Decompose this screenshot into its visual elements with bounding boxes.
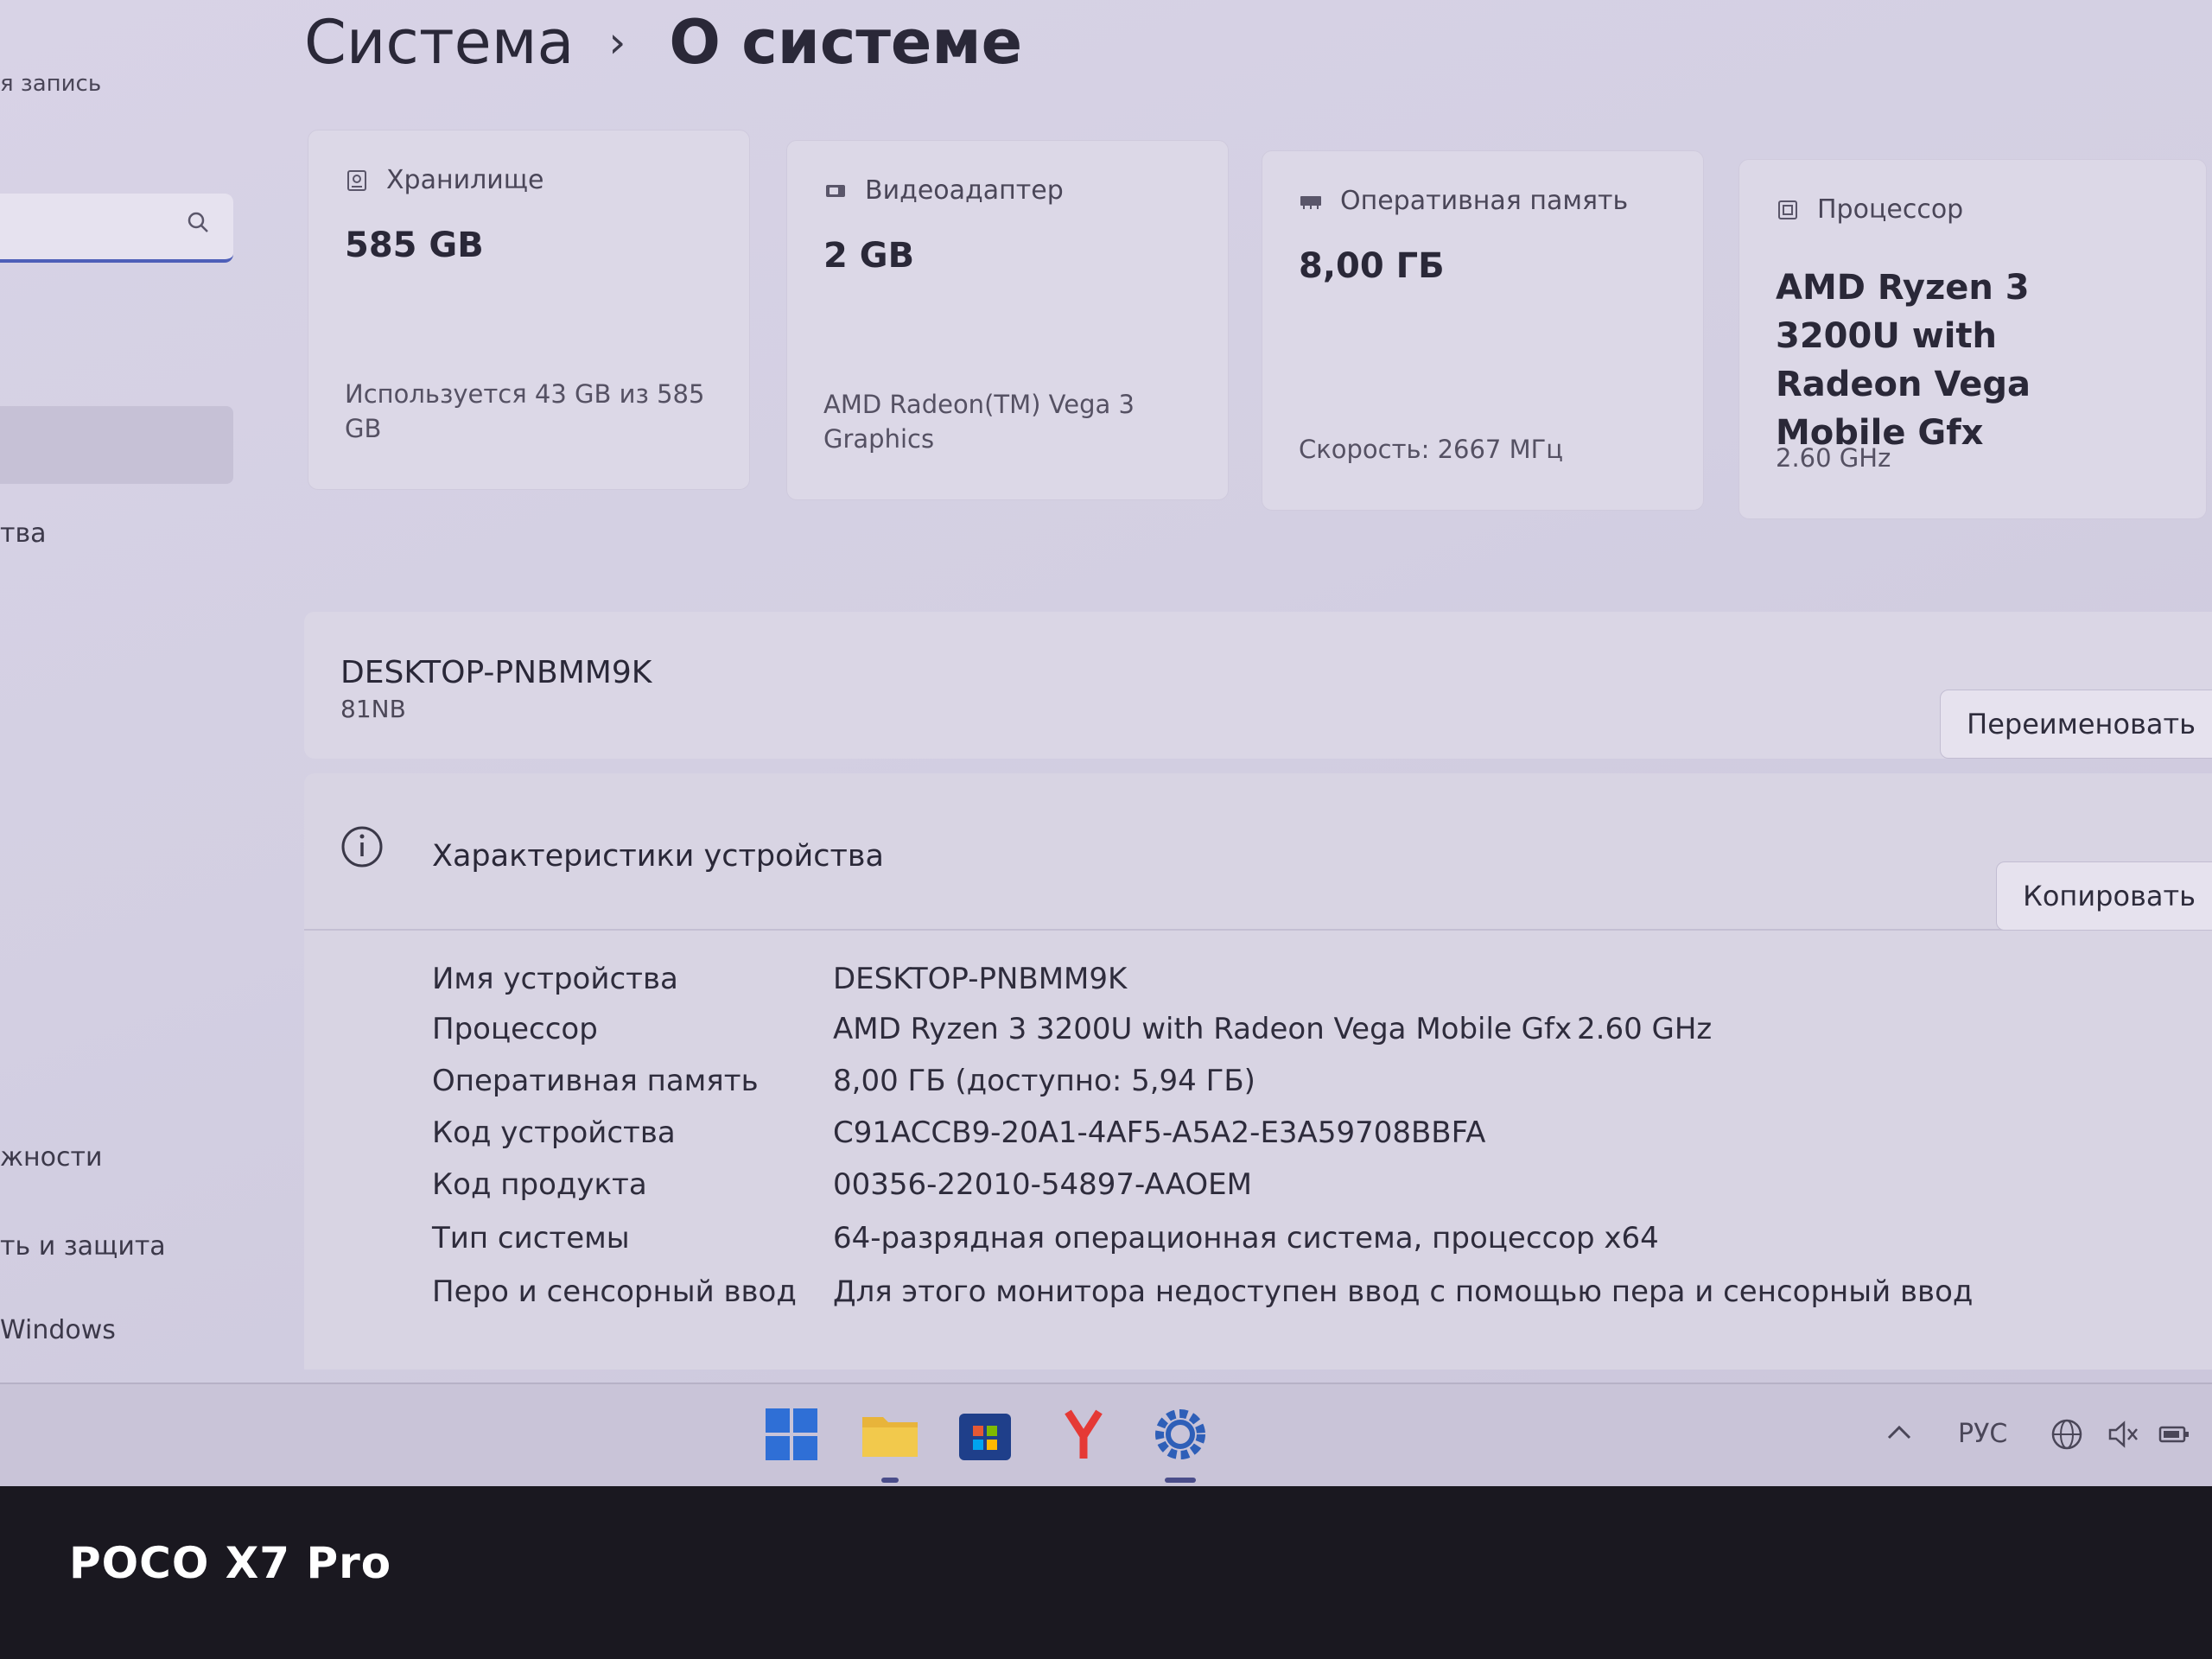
device-specs-section: Характеристики устройства Копировать Имя… [304,773,2212,1370]
card-storage: Хранилище 585 GB Используется 43 GB из 5… [308,130,750,490]
camera-watermark: POCO X7 Pro [69,1538,392,1588]
settings-icon[interactable] [1146,1400,1215,1469]
rename-button[interactable]: Переименовать [1940,690,2212,759]
device-model: 81NB [340,695,406,723]
card-gpu-value: 2 GB [823,236,915,276]
sidebar-account-label[interactable]: я запись [0,71,101,97]
info-icon [341,826,383,868]
globe-icon[interactable] [2050,1417,2084,1452]
screen: я запись тва жности ть и защита Windows … [0,0,2212,1486]
card-gpu-label: Видеоадаптер [823,175,1064,206]
chevron-up-icon[interactable] [1884,1419,1915,1445]
device-specs-title: Характеристики устройства [432,839,884,874]
sidebar: я запись тва жности ть и защита Windows [0,0,251,1374]
card-cpu-value: AMD Ryzen 3 3200U with Radeon Vega Mobil… [1776,268,2031,453]
settings-active-indicator [1165,1478,1196,1483]
card-ram-label: Оперативная память [1299,186,1628,216]
breadcrumb: Система › О системе [304,7,1022,78]
language-indicator[interactable]: РУС [1958,1419,2007,1449]
sidebar-item-windows-update[interactable]: Windows [0,1315,116,1345]
gpu-icon [826,184,845,197]
card-storage-label: Хранилище [345,165,543,195]
cpu-icon [1778,200,1797,219]
sidebar-item-devices[interactable]: тва [0,518,47,549]
card-ram: Оперативная память 8,00 ГБ Скорость: 266… [1262,150,1704,511]
battery-charging-icon[interactable] [2157,1417,2191,1452]
page-title: О системе [669,7,1023,78]
card-storage-usage: Используется 43 GB из 585 GB [345,379,705,443]
card-cpu-label: Процессор [1776,194,1963,225]
card-gpu: Видеоадаптер 2 GB AMD Radeon(TM) Vega 3 … [786,140,1229,500]
yandex-browser-icon[interactable] [1049,1400,1118,1469]
taskbar: РУС [0,1382,2212,1486]
sidebar-item-system-selected[interactable] [0,406,233,484]
device-specs-header[interactable]: Характеристики устройства Копировать [304,773,2212,931]
search-input[interactable] [0,194,233,263]
windows-start-icon[interactable] [757,1400,826,1469]
breadcrumb-parent[interactable]: Система [304,7,574,78]
card-ram-speed: Скорость: 2667 МГц [1299,435,1564,464]
search-icon[interactable] [187,211,209,233]
breadcrumb-separator: › [608,17,626,67]
file-explorer-icon[interactable] [855,1400,925,1469]
volume-muted-icon[interactable] [2105,1417,2139,1452]
store-icon[interactable] [950,1400,1020,1469]
sidebar-item-accessibility[interactable]: жности [0,1142,102,1173]
device-name-section: DESKTOP-PNBMM9K 81NB Переименовать [304,612,2212,759]
device-name: DESKTOP-PNBMM9K [340,655,652,690]
sidebar-item-privacy-security[interactable]: ть и защита [0,1231,166,1262]
storage-icon [347,169,366,191]
card-cpu-frequency: 2.60 GHz [1776,443,1891,473]
card-cpu: Процессор AMD Ryzen 3 3200U with Radeon … [1738,159,2207,519]
ram-icon [1300,195,1321,209]
card-storage-value: 585 GB [345,226,484,265]
card-ram-value: 8,00 ГБ [1299,246,1445,286]
file-explorer-running-indicator [881,1478,899,1483]
copy-button[interactable]: Копировать [1996,861,2212,931]
card-gpu-name: AMD Radeon(TM) Vega 3 Graphics [823,390,1135,454]
